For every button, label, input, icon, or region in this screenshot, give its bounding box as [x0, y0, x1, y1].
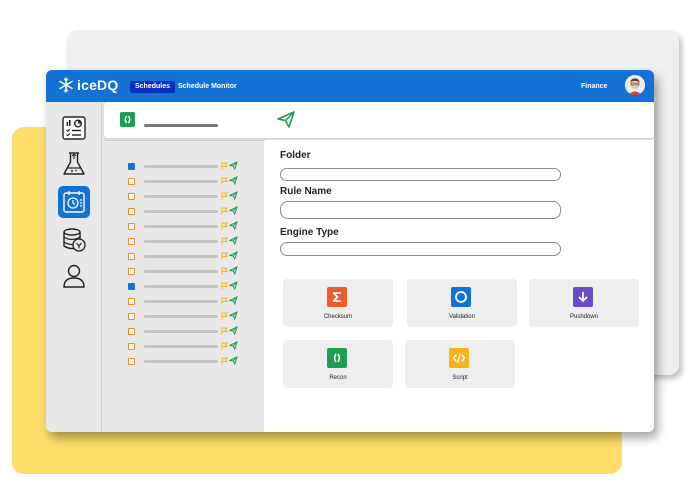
rule-name-label: Rule Name: [280, 186, 332, 197]
row-title-placeholder: [144, 314, 218, 318]
row-title-placeholder: [144, 164, 218, 168]
list-item[interactable]: [128, 356, 238, 366]
list-item[interactable]: [128, 161, 238, 171]
row-title-placeholder: [144, 329, 218, 333]
recon-badge-icon: [120, 112, 135, 127]
row-checkbox[interactable]: [128, 327, 135, 335]
stage: iceDQ Schedules Schedule Monitor Finance: [0, 0, 700, 500]
list-item[interactable]: [128, 176, 238, 186]
rule-header-card: [104, 102, 654, 138]
lab-flask-icon: [63, 152, 85, 175]
row-checkbox[interactable]: [128, 342, 135, 350]
rule-title-placeholder: [144, 124, 218, 127]
row-checkbox[interactable]: [128, 282, 135, 290]
avatar-face-icon: [625, 75, 645, 95]
sidebar-item-database[interactable]: [58, 224, 90, 256]
logo-text: iceDQ: [77, 77, 119, 93]
database-icon: [63, 228, 86, 252]
send-icon[interactable]: [228, 352, 238, 370]
logo-snowflake-icon: [59, 77, 73, 93]
recon-icon: [327, 348, 347, 368]
avatar[interactable]: [625, 75, 645, 95]
row-title-placeholder: [144, 269, 218, 273]
circle-icon: [451, 287, 471, 307]
schedule-clock-icon: [63, 191, 85, 213]
sidebar-item-dashboard[interactable]: [58, 112, 90, 144]
arrow-down-icon: [573, 287, 593, 307]
row-title-placeholder: [144, 254, 218, 258]
row-checkbox[interactable]: [128, 312, 135, 320]
rule-type-script[interactable]: Script: [405, 340, 515, 388]
row-title-placeholder: [144, 209, 218, 213]
row-title-placeholder: [144, 359, 218, 363]
list-item[interactable]: [128, 221, 238, 231]
list-item[interactable]: [128, 311, 238, 321]
rule-type-checksum[interactable]: Checksum: [283, 279, 393, 327]
row-title-placeholder: [144, 179, 218, 183]
code-icon: [449, 348, 469, 368]
list-item[interactable]: [128, 251, 238, 261]
schedule-list-panel: [104, 140, 264, 432]
workspace-label[interactable]: Finance: [581, 82, 607, 92]
sigma-icon: [327, 287, 347, 307]
rule-type-label: Validation: [449, 314, 475, 320]
list-item[interactable]: [128, 296, 238, 306]
app-logo[interactable]: iceDQ: [58, 77, 118, 93]
send-icon[interactable]: [276, 109, 296, 129]
row-checkbox[interactable]: [128, 207, 135, 215]
rule-type-validation[interactable]: Validation: [407, 279, 517, 327]
row-title-placeholder: [144, 239, 218, 243]
folder-label: Folder: [280, 150, 311, 161]
engine-type-label: Engine Type: [280, 227, 339, 238]
row-checkbox[interactable]: [128, 192, 135, 200]
list-item[interactable]: [128, 236, 238, 246]
rule-type-label: Checksum: [323, 314, 353, 320]
rule-type-recon[interactable]: Recon: [283, 340, 393, 388]
user-icon: [63, 264, 85, 288]
rule-type-pushdown[interactable]: Pushdown: [529, 279, 639, 327]
list-item[interactable]: [128, 191, 238, 201]
tab-schedule-monitor[interactable]: Schedule Monitor: [178, 82, 237, 92]
flag-icon[interactable]: [221, 352, 229, 370]
row-checkbox[interactable]: [128, 357, 135, 365]
list-item[interactable]: [128, 341, 238, 351]
row-title-placeholder: [144, 299, 218, 303]
engine-type-select[interactable]: [280, 242, 561, 256]
sidebar-item-schedules[interactable]: [58, 186, 90, 218]
row-title-placeholder: [144, 224, 218, 228]
tab-schedules[interactable]: Schedules: [130, 81, 176, 93]
row-title-placeholder: [144, 194, 218, 198]
folder-field[interactable]: [280, 168, 561, 181]
list-item[interactable]: [128, 281, 238, 291]
rule-form-panel: Folder Rule Name Engine Type Checksum Va…: [264, 140, 654, 432]
rule-type-label: Pushdown: [569, 314, 599, 320]
rule-type-label: Recon: [329, 375, 347, 381]
list-item[interactable]: [128, 266, 238, 276]
sidebar-item-lab[interactable]: [58, 148, 90, 180]
row-checkbox[interactable]: [128, 222, 135, 230]
rule-type-label: Script: [452, 375, 468, 381]
list-item[interactable]: [128, 326, 238, 336]
dashboard-icon: [62, 116, 86, 140]
sidebar-item-users[interactable]: [58, 260, 90, 292]
row-checkbox[interactable]: [128, 267, 135, 275]
row-checkbox[interactable]: [128, 297, 135, 305]
app-window: iceDQ Schedules Schedule Monitor Finance: [46, 70, 654, 432]
row-checkbox[interactable]: [128, 252, 135, 260]
row-checkbox[interactable]: [128, 177, 135, 185]
row-title-placeholder: [144, 284, 218, 288]
row-checkbox[interactable]: [128, 237, 135, 245]
list-item[interactable]: [128, 206, 238, 216]
sidebar: [46, 102, 102, 432]
row-title-placeholder: [144, 344, 218, 348]
top-bar: iceDQ Schedules Schedule Monitor Finance: [46, 70, 654, 102]
row-checkbox[interactable]: [128, 162, 135, 170]
rule-name-field[interactable]: [280, 201, 561, 219]
